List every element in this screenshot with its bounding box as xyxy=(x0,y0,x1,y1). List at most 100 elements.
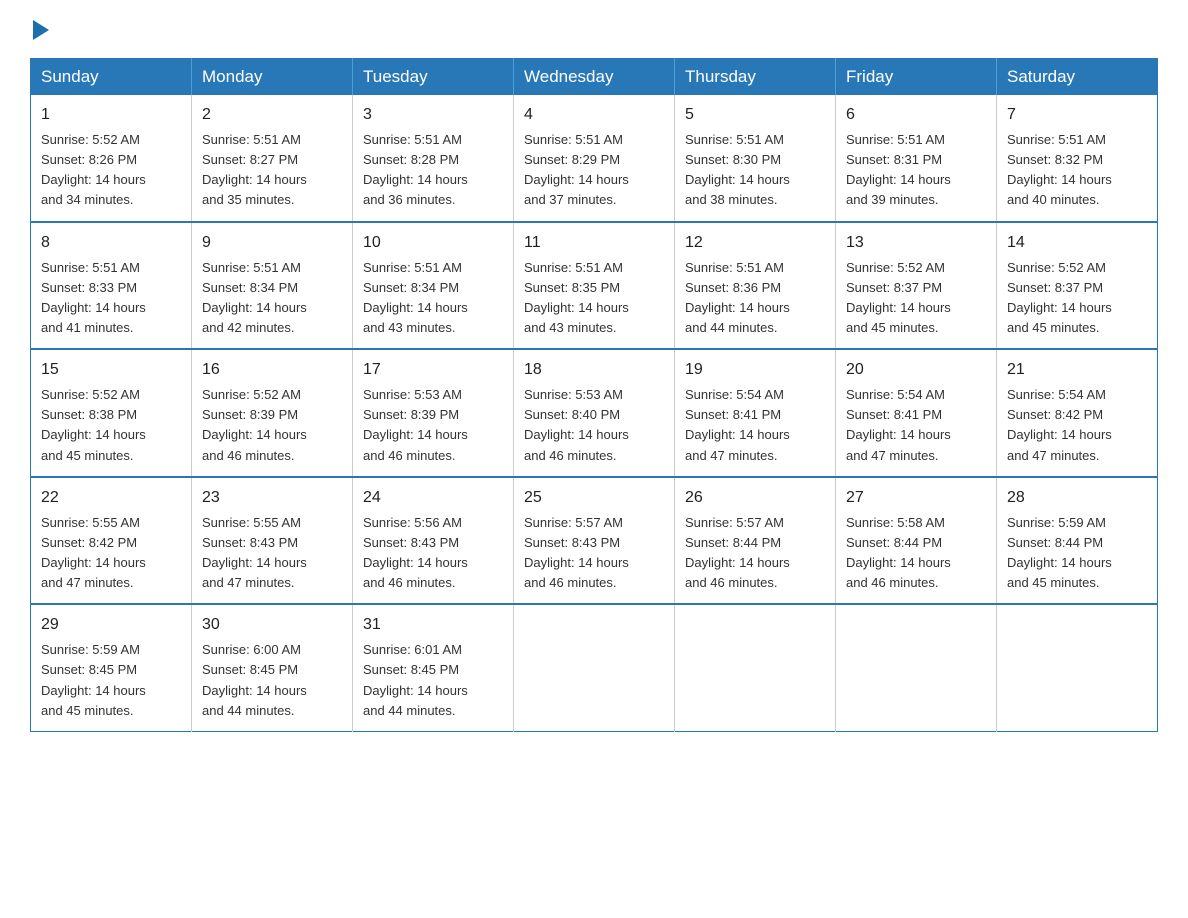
logo xyxy=(30,20,49,40)
day-number: 4 xyxy=(524,103,664,127)
day-info: Sunrise: 5:53 AMSunset: 8:39 PMDaylight:… xyxy=(363,385,503,466)
day-info: Sunrise: 5:51 AMSunset: 8:36 PMDaylight:… xyxy=(685,258,825,339)
calendar-cell: 3 Sunrise: 5:51 AMSunset: 8:28 PMDaylight… xyxy=(353,95,514,222)
day-number: 28 xyxy=(1007,486,1147,510)
calendar-cell xyxy=(514,604,675,731)
calendar-cell: 8Sunrise: 5:51 AMSunset: 8:33 PMDaylight… xyxy=(31,222,192,350)
calendar-cell: 7 Sunrise: 5:51 AMSunset: 8:32 PMDaylight… xyxy=(997,95,1158,222)
calendar-cell: 27 Sunrise: 5:58 AMSunset: 8:44 PMDayligh… xyxy=(836,477,997,605)
day-info: Sunrise: 5:54 AMSunset: 8:42 PMDaylight:… xyxy=(1007,385,1147,466)
day-number: 6 xyxy=(846,103,986,127)
day-number: 30 xyxy=(202,613,342,637)
calendar-cell: 17 Sunrise: 5:53 AMSunset: 8:39 PMDayligh… xyxy=(353,349,514,477)
day-info: Sunrise: 5:56 AMSunset: 8:43 PMDaylight:… xyxy=(363,513,503,594)
calendar-cell: 24 Sunrise: 5:56 AMSunset: 8:43 PMDayligh… xyxy=(353,477,514,605)
day-info: Sunrise: 5:59 AMSunset: 8:44 PMDaylight:… xyxy=(1007,513,1147,594)
day-info: Sunrise: 5:51 AMSunset: 8:29 PMDaylight:… xyxy=(524,130,664,211)
day-number: 7 xyxy=(1007,103,1147,127)
calendar-cell: 9 Sunrise: 5:51 AMSunset: 8:34 PMDaylight… xyxy=(192,222,353,350)
day-info: Sunrise: 5:51 AMSunset: 8:31 PMDaylight:… xyxy=(846,130,986,211)
calendar-cell: 6 Sunrise: 5:51 AMSunset: 8:31 PMDaylight… xyxy=(836,95,997,222)
day-number: 3 xyxy=(363,103,503,127)
day-info: Sunrise: 5:55 AMSunset: 8:43 PMDaylight:… xyxy=(202,513,342,594)
day-number: 1 xyxy=(41,103,181,127)
day-number: 10 xyxy=(363,231,503,255)
day-number: 15 xyxy=(41,358,181,382)
day-info: Sunrise: 5:59 AMSunset: 8:45 PMDaylight:… xyxy=(41,640,181,721)
day-number: 2 xyxy=(202,103,342,127)
day-number: 23 xyxy=(202,486,342,510)
calendar-cell: 14 Sunrise: 5:52 AMSunset: 8:37 PMDayligh… xyxy=(997,222,1158,350)
calendar-cell: 23 Sunrise: 5:55 AMSunset: 8:43 PMDayligh… xyxy=(192,477,353,605)
calendar-cell: 30Sunrise: 6:00 AMSunset: 8:45 PMDayligh… xyxy=(192,604,353,731)
calendar-header-row: SundayMondayTuesdayWednesdayThursdayFrid… xyxy=(31,59,1158,96)
logo-triangle-icon xyxy=(33,20,49,40)
day-number: 12 xyxy=(685,231,825,255)
day-number: 31 xyxy=(363,613,503,637)
day-info: Sunrise: 5:51 AMSunset: 8:30 PMDaylight:… xyxy=(685,130,825,211)
day-info: Sunrise: 5:51 AMSunset: 8:34 PMDaylight:… xyxy=(363,258,503,339)
day-info: Sunrise: 5:52 AMSunset: 8:37 PMDaylight:… xyxy=(846,258,986,339)
day-info: Sunrise: 5:51 AMSunset: 8:27 PMDaylight:… xyxy=(202,130,342,211)
calendar-cell: 15 Sunrise: 5:52 AMSunset: 8:38 PMDayligh… xyxy=(31,349,192,477)
calendar-cell xyxy=(836,604,997,731)
calendar-cell: 18 Sunrise: 5:53 AMSunset: 8:40 PMDayligh… xyxy=(514,349,675,477)
calendar-cell: 28 Sunrise: 5:59 AMSunset: 8:44 PMDayligh… xyxy=(997,477,1158,605)
calendar-week-row: 22 Sunrise: 5:55 AMSunset: 8:42 PMDayligh… xyxy=(31,477,1158,605)
day-info: Sunrise: 5:54 AMSunset: 8:41 PMDaylight:… xyxy=(685,385,825,466)
col-header-friday: Friday xyxy=(836,59,997,96)
calendar-cell: 1 Sunrise: 5:52 AMSunset: 8:26 PMDaylight… xyxy=(31,95,192,222)
day-info: Sunrise: 5:52 AMSunset: 8:38 PMDaylight:… xyxy=(41,385,181,466)
col-header-saturday: Saturday xyxy=(997,59,1158,96)
col-header-tuesday: Tuesday xyxy=(353,59,514,96)
calendar-week-row: 1 Sunrise: 5:52 AMSunset: 8:26 PMDaylight… xyxy=(31,95,1158,222)
day-info: Sunrise: 5:52 AMSunset: 8:37 PMDaylight:… xyxy=(1007,258,1147,339)
day-info: Sunrise: 6:01 AMSunset: 8:45 PMDaylight:… xyxy=(363,640,503,721)
day-number: 16 xyxy=(202,358,342,382)
day-info: Sunrise: 5:53 AMSunset: 8:40 PMDaylight:… xyxy=(524,385,664,466)
day-number: 24 xyxy=(363,486,503,510)
day-number: 26 xyxy=(685,486,825,510)
calendar-week-row: 29Sunrise: 5:59 AMSunset: 8:45 PMDayligh… xyxy=(31,604,1158,731)
day-info: Sunrise: 5:57 AMSunset: 8:43 PMDaylight:… xyxy=(524,513,664,594)
page-header xyxy=(30,20,1158,40)
day-number: 14 xyxy=(1007,231,1147,255)
day-number: 18 xyxy=(524,358,664,382)
day-info: Sunrise: 5:52 AMSunset: 8:39 PMDaylight:… xyxy=(202,385,342,466)
day-number: 17 xyxy=(363,358,503,382)
calendar-cell: 10 Sunrise: 5:51 AMSunset: 8:34 PMDayligh… xyxy=(353,222,514,350)
day-number: 27 xyxy=(846,486,986,510)
col-header-monday: Monday xyxy=(192,59,353,96)
calendar-cell: 5 Sunrise: 5:51 AMSunset: 8:30 PMDaylight… xyxy=(675,95,836,222)
day-info: Sunrise: 5:57 AMSunset: 8:44 PMDaylight:… xyxy=(685,513,825,594)
day-number: 21 xyxy=(1007,358,1147,382)
day-number: 5 xyxy=(685,103,825,127)
calendar-cell: 29Sunrise: 5:59 AMSunset: 8:45 PMDayligh… xyxy=(31,604,192,731)
day-number: 9 xyxy=(202,231,342,255)
calendar-cell: 26 Sunrise: 5:57 AMSunset: 8:44 PMDayligh… xyxy=(675,477,836,605)
calendar-table: SundayMondayTuesdayWednesdayThursdayFrid… xyxy=(30,58,1158,732)
calendar-cell: 20Sunrise: 5:54 AMSunset: 8:41 PMDayligh… xyxy=(836,349,997,477)
calendar-cell xyxy=(675,604,836,731)
day-number: 19 xyxy=(685,358,825,382)
calendar-cell: 13Sunrise: 5:52 AMSunset: 8:37 PMDayligh… xyxy=(836,222,997,350)
calendar-cell: 16 Sunrise: 5:52 AMSunset: 8:39 PMDayligh… xyxy=(192,349,353,477)
day-info: Sunrise: 5:52 AMSunset: 8:26 PMDaylight:… xyxy=(41,130,181,211)
day-info: Sunrise: 5:55 AMSunset: 8:42 PMDaylight:… xyxy=(41,513,181,594)
calendar-week-row: 15 Sunrise: 5:52 AMSunset: 8:38 PMDayligh… xyxy=(31,349,1158,477)
calendar-cell: 4 Sunrise: 5:51 AMSunset: 8:29 PMDaylight… xyxy=(514,95,675,222)
day-info: Sunrise: 5:51 AMSunset: 8:35 PMDaylight:… xyxy=(524,258,664,339)
day-info: Sunrise: 5:58 AMSunset: 8:44 PMDaylight:… xyxy=(846,513,986,594)
day-info: Sunrise: 5:51 AMSunset: 8:32 PMDaylight:… xyxy=(1007,130,1147,211)
day-info: Sunrise: 5:51 AMSunset: 8:34 PMDaylight:… xyxy=(202,258,342,339)
day-info: Sunrise: 5:51 AMSunset: 8:28 PMDaylight:… xyxy=(363,130,503,211)
col-header-sunday: Sunday xyxy=(31,59,192,96)
calendar-cell: 2 Sunrise: 5:51 AMSunset: 8:27 PMDaylight… xyxy=(192,95,353,222)
day-number: 25 xyxy=(524,486,664,510)
day-number: 8 xyxy=(41,231,181,255)
col-header-thursday: Thursday xyxy=(675,59,836,96)
calendar-cell: 21 Sunrise: 5:54 AMSunset: 8:42 PMDayligh… xyxy=(997,349,1158,477)
day-number: 22 xyxy=(41,486,181,510)
calendar-cell: 19 Sunrise: 5:54 AMSunset: 8:41 PMDayligh… xyxy=(675,349,836,477)
day-number: 11 xyxy=(524,231,664,255)
